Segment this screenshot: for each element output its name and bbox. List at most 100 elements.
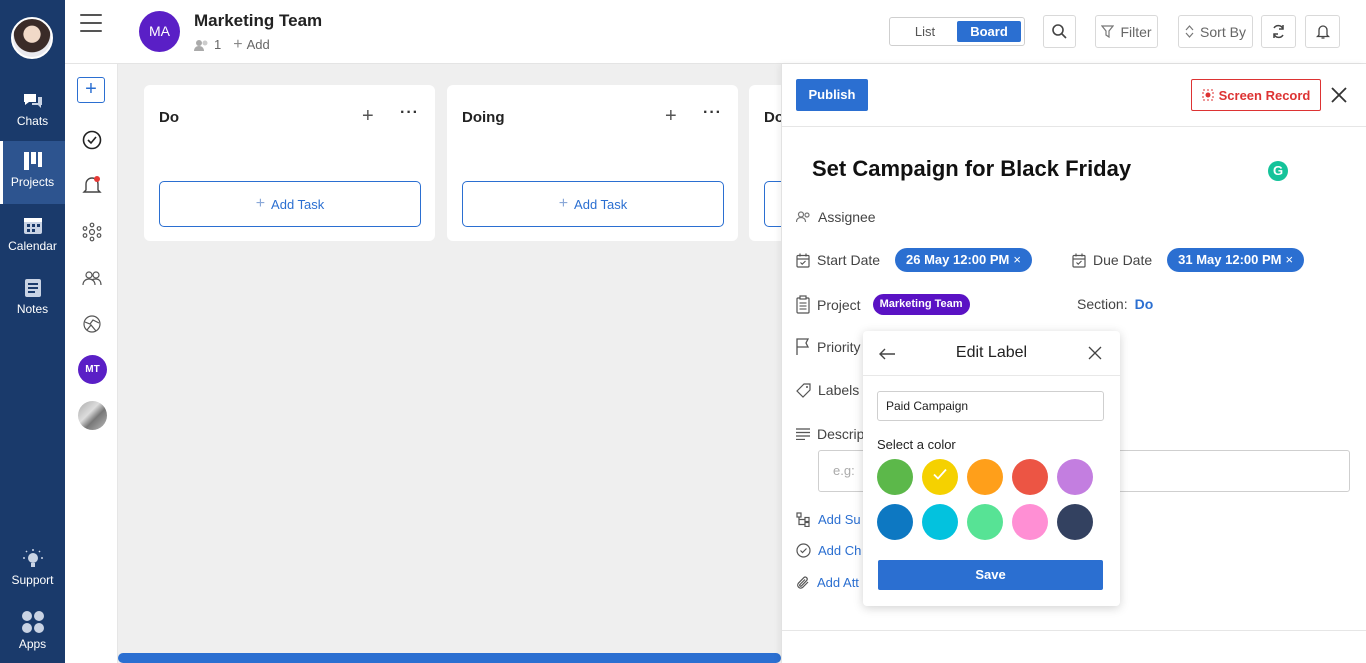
hamburger-menu-icon[interactable] xyxy=(80,14,102,34)
start-date-chip[interactable]: 26 May 12:00 PM × xyxy=(895,248,1032,272)
popup-title: Edit Label xyxy=(955,344,1028,361)
due-date-value: 31 May 12:00 PM xyxy=(1178,252,1282,267)
add-checklist-link[interactable]: Add Ch xyxy=(796,543,861,558)
check-circle-icon[interactable] xyxy=(82,130,102,150)
grammarly-icon[interactable]: G xyxy=(1268,161,1288,181)
color-swatch-pink[interactable] xyxy=(1012,504,1048,540)
column-more-icon[interactable]: ··· xyxy=(400,104,419,122)
globe-icon[interactable] xyxy=(82,314,102,334)
calendar-icon xyxy=(1072,253,1086,268)
priority-row[interactable]: Priority xyxy=(796,338,861,356)
add-task-label: Add Task xyxy=(271,196,325,212)
publish-button[interactable]: Publish xyxy=(796,79,868,111)
add-task-button[interactable] xyxy=(764,181,781,227)
nav-apps[interactable]: Apps xyxy=(0,611,65,655)
record-icon xyxy=(1202,89,1214,101)
add-member-link[interactable]: Add xyxy=(247,37,270,52)
nav-notes[interactable]: Notes xyxy=(0,278,65,318)
add-attachment-link[interactable]: Add Att xyxy=(796,575,859,590)
add-subtask-link[interactable]: Add Su xyxy=(796,512,861,527)
board-column: Doing + ··· + Add Task xyxy=(447,85,738,241)
view-list-button[interactable]: List xyxy=(893,21,957,42)
sort-button[interactable]: Sort By xyxy=(1178,15,1253,48)
color-swatch-purple[interactable] xyxy=(1057,459,1093,495)
board-column: Do xyxy=(749,85,781,241)
board-column: Do + ··· + Add Task xyxy=(144,85,435,241)
search-button[interactable] xyxy=(1043,15,1076,48)
filter-button[interactable]: Filter xyxy=(1095,15,1158,48)
assignee-icon xyxy=(796,211,810,223)
nav-chats[interactable]: Chats xyxy=(0,92,65,132)
network-icon[interactable] xyxy=(82,222,102,242)
color-swatch-cyan[interactable] xyxy=(922,504,958,540)
column-title: Do xyxy=(159,109,179,126)
project-photo-avatar[interactable] xyxy=(78,401,107,430)
notifications-button[interactable] xyxy=(1305,15,1340,48)
team-avatar: MA xyxy=(139,11,180,52)
description-row: Descrip xyxy=(796,426,864,442)
color-swatch-blue[interactable] xyxy=(877,504,913,540)
close-popup-icon[interactable] xyxy=(1088,346,1102,360)
section-value[interactable]: Do xyxy=(1135,296,1154,312)
color-swatch-green[interactable] xyxy=(877,459,913,495)
nav-calendar-label: Calendar xyxy=(8,239,57,253)
kanban-board: Do + ··· + Add Task Doing + ··· + Add Ta… xyxy=(118,64,781,663)
column-add-icon[interactable]: + xyxy=(665,105,677,128)
nav-support[interactable]: Support xyxy=(0,549,65,589)
sort-icon xyxy=(1185,25,1194,38)
horizontal-scrollbar[interactable] xyxy=(118,653,781,663)
add-subtask-label: Add Su xyxy=(818,512,861,527)
view-board-button[interactable]: Board xyxy=(957,21,1021,42)
project-mt-avatar[interactable]: MT xyxy=(78,355,107,384)
nav-projects-label: Projects xyxy=(10,175,55,189)
column-add-icon[interactable]: + xyxy=(362,105,374,128)
main-sidebar: Chats Projects Calendar Notes Support Ap… xyxy=(0,0,65,663)
nav-calendar[interactable]: Calendar xyxy=(0,215,65,255)
sort-label: Sort By xyxy=(1200,23,1246,40)
team-icon[interactable] xyxy=(82,268,102,288)
view-toggle: List Board xyxy=(889,17,1025,46)
remove-due-date-icon[interactable]: × xyxy=(1286,248,1294,272)
nav-projects[interactable]: Projects xyxy=(0,141,65,204)
plus-icon: + xyxy=(255,195,266,212)
label-name-input[interactable] xyxy=(877,391,1104,421)
screen-record-button[interactable]: Screen Record xyxy=(1191,79,1321,111)
due-date-row: Due Date 31 May 12:00 PM × xyxy=(1072,248,1305,272)
apps-icon xyxy=(21,611,44,633)
members-icon xyxy=(194,39,208,51)
add-task-button[interactable]: + Add Task xyxy=(159,181,421,227)
color-swatch-mint[interactable] xyxy=(967,504,1003,540)
assignee-label: Assignee xyxy=(818,209,876,225)
column-more-icon[interactable]: ··· xyxy=(703,104,722,122)
edit-label-popup: Edit Label Select a color Save xyxy=(863,331,1120,606)
lightbulb-icon xyxy=(22,549,43,567)
add-member-plus-icon[interactable]: + xyxy=(233,36,242,52)
section-row: Section: Do xyxy=(1077,296,1153,312)
nav-chats-label: Chats xyxy=(16,114,49,128)
save-button[interactable]: Save xyxy=(878,560,1103,590)
subtask-icon xyxy=(796,512,810,527)
reminder-bell-icon[interactable] xyxy=(82,175,102,195)
chat-icon xyxy=(23,94,42,108)
refresh-button[interactable] xyxy=(1261,15,1296,48)
color-swatch-yellow[interactable] xyxy=(922,459,958,495)
color-swatch-red[interactable] xyxy=(1012,459,1048,495)
assignee-row[interactable]: Assignee xyxy=(796,209,876,225)
task-title[interactable]: Set Campaign for Black Friday xyxy=(812,156,1131,182)
tag-icon xyxy=(796,382,811,398)
add-task-button[interactable]: + Add Task xyxy=(462,181,724,227)
nav-support-label: Support xyxy=(11,573,54,587)
user-avatar[interactable] xyxy=(11,17,53,59)
refresh-icon xyxy=(1273,24,1284,39)
new-project-button[interactable]: + xyxy=(77,77,105,103)
search-icon xyxy=(1052,24,1067,39)
color-swatch-navy[interactable] xyxy=(1057,504,1093,540)
project-chip[interactable]: Marketing Team xyxy=(872,294,970,315)
select-color-label: Select a color xyxy=(877,437,956,452)
due-date-chip[interactable]: 31 May 12:00 PM × xyxy=(1167,248,1305,272)
close-panel-icon[interactable] xyxy=(1329,85,1349,105)
labels-row[interactable]: Labels xyxy=(796,382,859,398)
remove-start-date-icon[interactable]: × xyxy=(1013,248,1021,272)
selected-check-icon xyxy=(933,468,947,480)
color-swatch-orange[interactable] xyxy=(967,459,1003,495)
